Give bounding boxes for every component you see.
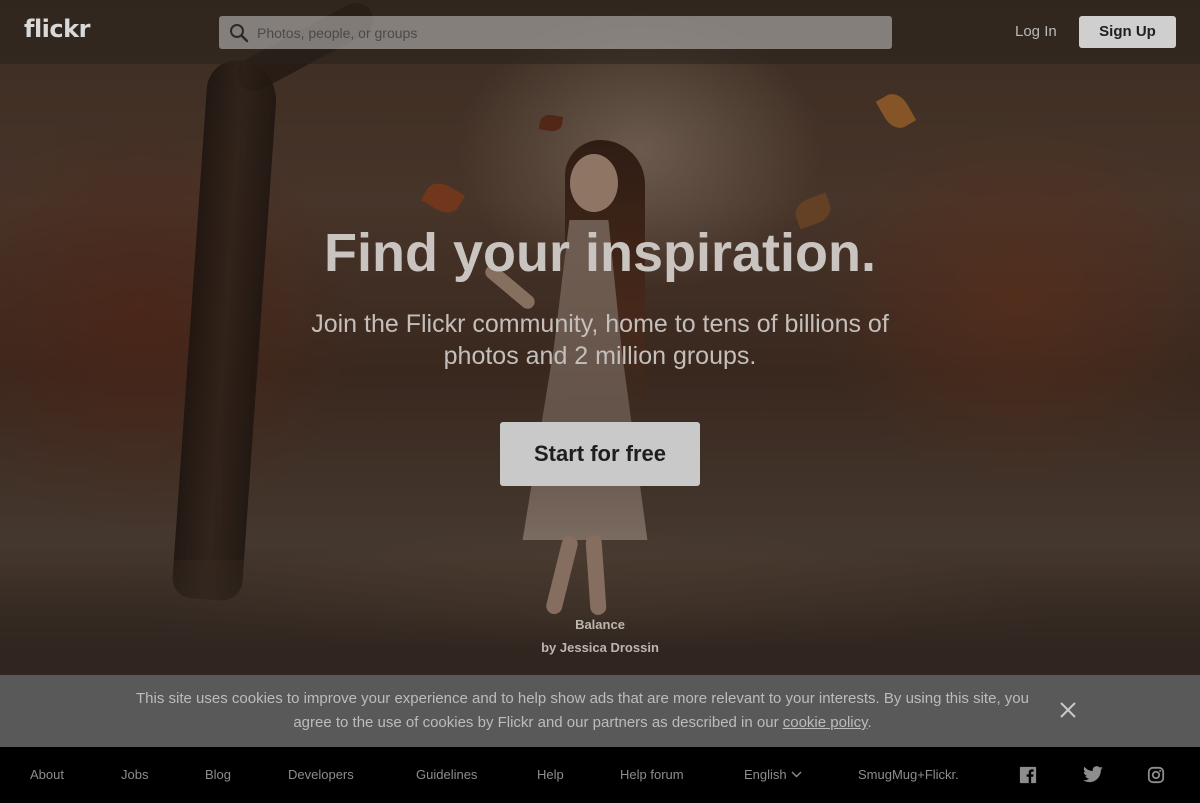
cookie-message-end: . (867, 714, 872, 731)
close-icon[interactable] (1058, 700, 1078, 720)
photo-title[interactable]: Balance (0, 617, 1200, 632)
search-input[interactable] (257, 16, 877, 49)
twitter-icon[interactable] (1082, 766, 1104, 784)
hero-headline: Find your inspiration. (324, 223, 876, 283)
footer-link-developers[interactable]: Developers (288, 767, 354, 782)
start-for-free-button[interactable]: Start for free (500, 422, 700, 486)
login-link[interactable]: Log In (1015, 23, 1057, 40)
instagram-icon[interactable] (1146, 766, 1166, 784)
footer-link-jobs[interactable]: Jobs (121, 767, 148, 782)
cookie-banner: This site uses cookies to improve your e… (0, 675, 1200, 747)
footer-link-guidelines[interactable]: Guidelines (416, 767, 477, 782)
photo-author[interactable]: by Jessica Drossin (0, 640, 1200, 655)
facebook-icon[interactable] (1018, 766, 1038, 784)
footer-link-about[interactable]: About (30, 767, 64, 782)
flickr-logo[interactable]: flickr (24, 15, 90, 43)
hero-subheading: Join the Flickr community, home to tens … (311, 310, 889, 370)
language-label: English (744, 767, 787, 782)
cookie-message-text: This site uses cookies to improve your e… (136, 690, 1029, 731)
search-bar[interactable] (219, 16, 892, 49)
cookie-message: This site uses cookies to improve your e… (120, 687, 1045, 735)
top-navigation-bar: flickr Log In Sign Up (0, 0, 1200, 64)
search-icon[interactable] (229, 23, 249, 43)
chevron-down-icon (791, 771, 802, 778)
language-selector[interactable]: English (744, 767, 802, 782)
cookie-policy-link[interactable]: cookie policy (783, 714, 868, 731)
site-footer: About Jobs Blog Developers Guidelines He… (0, 747, 1200, 803)
footer-link-help-forum[interactable]: Help forum (620, 767, 684, 782)
footer-link-help[interactable]: Help (537, 767, 564, 782)
signup-button[interactable]: Sign Up (1079, 16, 1176, 48)
smugmug-flickr-link[interactable]: SmugMug+Flickr. (858, 767, 959, 782)
footer-link-blog[interactable]: Blog (205, 767, 231, 782)
